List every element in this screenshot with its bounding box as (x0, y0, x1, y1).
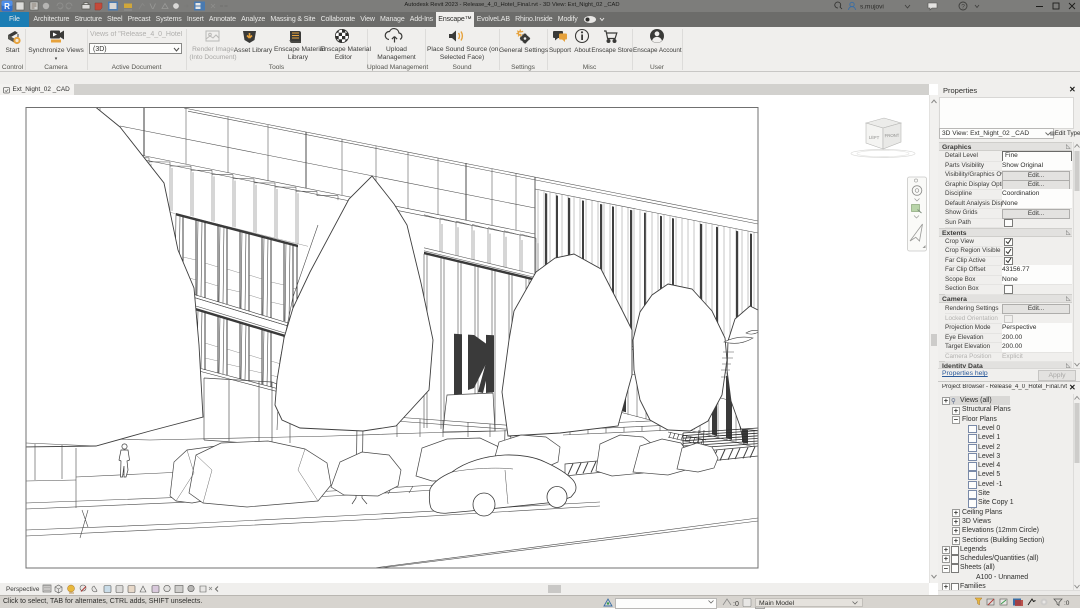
svg-text::0: :0 (1064, 600, 1070, 607)
svg-text:FRONT: FRONT (884, 133, 899, 139)
svg-text::0: :0 (733, 601, 739, 607)
svg-text:LEFT: LEFT (869, 135, 880, 140)
